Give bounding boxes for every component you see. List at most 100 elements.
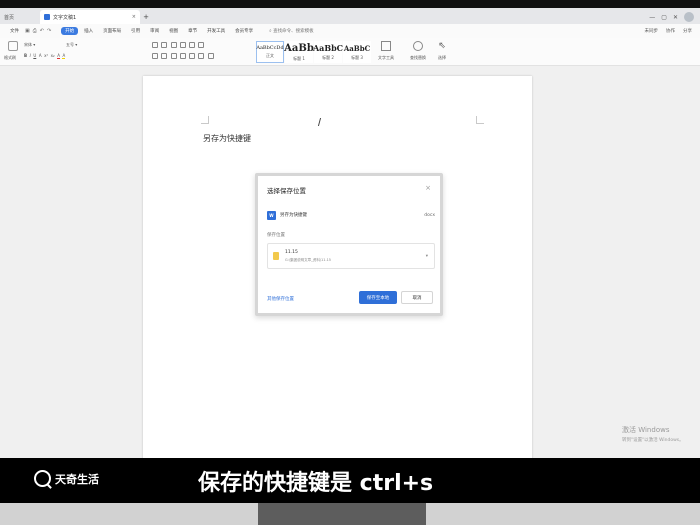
cancel-button[interactable]: 取消 <box>401 291 433 304</box>
save-local-button[interactable]: 保存至本地 <box>359 291 397 304</box>
style-heading-3-sample: AaBbC <box>343 43 371 53</box>
mouse-cursor <box>317 118 326 126</box>
style-heading-3[interactable]: AaBbC 标题 3 <box>343 41 371 63</box>
margin-mark-top-right <box>476 116 484 124</box>
file-extension[interactable]: docx <box>424 213 435 218</box>
font-color-icon[interactable]: A <box>57 53 60 59</box>
word-file-icon: W <box>267 210 276 220</box>
style-normal[interactable]: AaBbCcDd 正文 <box>256 41 284 63</box>
menu-developer[interactable]: 开发工具 <box>203 27 229 35</box>
location-select[interactable]: 11.15 G:\集团说明文章_资料\11.15 ▾ <box>267 243 435 269</box>
border-icon[interactable] <box>207 53 214 59</box>
watermark-line-2: 转到"设置"以激活 Windows。 <box>622 438 684 443</box>
line-spacing-icon[interactable] <box>189 53 196 59</box>
superscript-icon[interactable]: x² <box>44 53 48 58</box>
quick-access: ▣ ⎙ ↶ ↷ <box>25 28 51 34</box>
style-heading-1-sample: AaBb <box>284 42 314 54</box>
find-replace-button[interactable]: 查找替换 <box>410 41 426 61</box>
justify-icon[interactable] <box>179 53 186 59</box>
location-text: 11.15 G:\集团说明文章_资料\11.15 <box>285 250 331 263</box>
dialog-close-icon[interactable]: × <box>425 184 431 192</box>
tab-home[interactable]: 首页 <box>0 10 40 24</box>
share-button[interactable]: 分享 <box>683 28 692 34</box>
monitor-stand <box>258 503 426 525</box>
undo-icon[interactable]: ↶ <box>40 28 44 34</box>
avatar[interactable] <box>684 12 694 22</box>
command-search[interactable]: ⌕ 查找命令、搜索模板 <box>269 28 313 34</box>
font-size-value: 五号 <box>66 42 74 47</box>
menu-review[interactable]: 审阅 <box>146 27 163 35</box>
outdent-icon[interactable] <box>170 42 177 48</box>
bold-icon[interactable]: B <box>24 53 27 58</box>
format-painter-button[interactable]: 格式刷 <box>4 41 18 61</box>
windows-activation-watermark: 激活 Windows 转到"设置"以激活 Windows。 <box>622 425 684 443</box>
new-tab-button[interactable]: + <box>140 10 152 24</box>
menu-view[interactable]: 视图 <box>165 27 182 35</box>
style-heading-2-sample: AaBbC <box>312 43 344 53</box>
text-tools-label: 文字工具 <box>378 55 394 60</box>
margin-mark-top-left <box>201 116 209 124</box>
select-label: 选择 <box>438 55 446 60</box>
close-window-icon[interactable]: ✕ <box>673 14 678 21</box>
italic-icon[interactable]: I <box>30 53 31 58</box>
document-text[interactable]: 另存为快捷键 <box>203 133 251 144</box>
subscript-icon[interactable]: x₂ <box>51 53 55 58</box>
style-heading-1[interactable]: AaBb 标题 1 <box>284 41 314 63</box>
style-heading-2[interactable]: AaBbC 标题 2 <box>312 41 344 63</box>
window-controls: — ▢ ✕ <box>649 10 700 24</box>
save-icon[interactable]: ▣ <box>25 28 30 34</box>
redo-icon[interactable]: ↷ <box>47 28 51 34</box>
screen: 首页 文字文稿1 × + — ▢ ✕ 文件 ▣ ⎙ ↶ ↷ 开始 插入 页面布局… <box>0 0 700 525</box>
tab-document-label: 文字文稿1 <box>53 14 77 21</box>
menu-insert[interactable]: 插入 <box>80 27 97 35</box>
show-marks-icon[interactable] <box>198 42 205 48</box>
dialog-title: 选择保存位置 <box>267 187 306 195</box>
cursor-icon: ⇖ <box>438 41 446 51</box>
align-right-icon[interactable] <box>170 53 177 59</box>
format-painter-label: 格式刷 <box>4 55 16 60</box>
menu-home[interactable]: 开始 <box>61 27 79 35</box>
brand-logo-text: 天奇生活 <box>55 472 99 486</box>
menu-file[interactable]: 文件 <box>6 27 23 35</box>
document-icon <box>44 14 50 20</box>
maximize-icon[interactable]: ▢ <box>661 14 667 21</box>
indent-icon[interactable] <box>179 42 186 48</box>
tab-document[interactable]: 文字文稿1 × <box>40 10 140 24</box>
menu-member[interactable]: 会员专享 <box>231 27 257 35</box>
menu-layout[interactable]: 页面布局 <box>99 27 125 35</box>
align-left-icon[interactable] <box>152 53 158 59</box>
align-center-icon[interactable] <box>161 53 168 59</box>
style-normal-label: 正文 <box>266 53 274 58</box>
text-tools-button[interactable]: 文字工具 <box>378 41 394 61</box>
menu-chapter[interactable]: 章节 <box>184 27 201 35</box>
font-name-value: 宋体 <box>24 42 32 47</box>
paragraph-row-2 <box>152 53 216 60</box>
find-replace-label: 查找替换 <box>410 55 426 60</box>
other-location-link[interactable]: 其他保存位置 <box>267 296 294 302</box>
style-gallery: AaBbCcDd 正文 AaBb 标题 1 AaBbC 标题 2 AaBbC 标… <box>256 41 371 63</box>
numbered-list-icon[interactable] <box>161 42 168 48</box>
font-format-row: B I U A x² x₂ A A <box>24 53 66 59</box>
font-size-select[interactable]: 五号 ▾ <box>66 42 77 48</box>
paragraph-row-1 <box>152 42 206 49</box>
caption-text: 保存的快捷键是 ctrl+s <box>198 471 434 496</box>
sync-status[interactable]: 未同步 <box>645 28 659 34</box>
filename-field[interactable]: W 另存为快捷键 docx <box>267 208 435 222</box>
monitor-bezel <box>0 0 700 8</box>
style-heading-2-label: 标题 2 <box>322 55 334 60</box>
strikethrough-icon[interactable]: A <box>39 53 42 58</box>
menu-bar: 文件 ▣ ⎙ ↶ ↷ 开始 插入 页面布局 引用 审阅 视图 章节 开发工具 会… <box>0 24 700 38</box>
bullet-list-icon[interactable] <box>152 42 158 48</box>
underline-icon[interactable]: U <box>33 53 36 58</box>
collab-button[interactable]: 协作 <box>666 28 675 34</box>
select-button[interactable]: ⇖ 选择 <box>438 41 446 61</box>
shading-icon[interactable] <box>198 53 205 59</box>
tab-close-icon[interactable]: × <box>132 14 136 20</box>
sort-icon[interactable] <box>189 42 196 48</box>
minimize-icon[interactable]: — <box>649 14 655 21</box>
highlight-icon[interactable]: A <box>62 53 66 59</box>
font-name-select[interactable]: 宋体 ▾ <box>24 42 35 48</box>
menu-references[interactable]: 引用 <box>127 27 144 35</box>
print-icon[interactable]: ⎙ <box>33 28 37 34</box>
chevron-down-icon: ▾ <box>425 253 428 259</box>
